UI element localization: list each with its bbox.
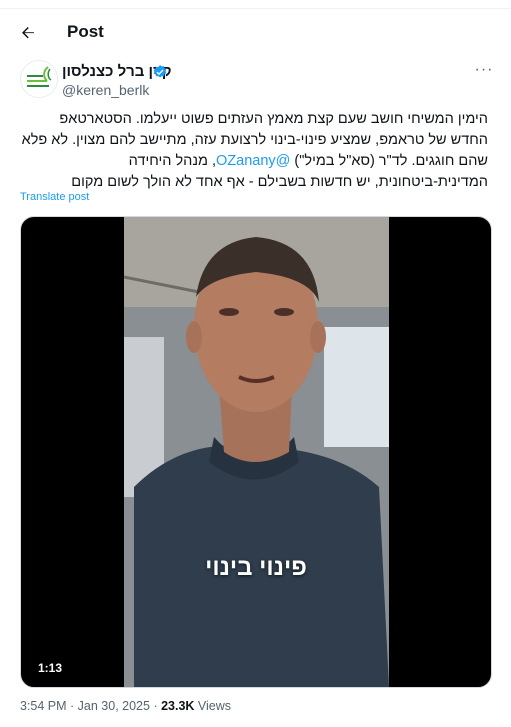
header: Post: [0, 9, 511, 55]
mention-link[interactable]: @OZanany: [216, 153, 290, 169]
views-label: Views: [194, 699, 232, 713]
verified-badge-icon: [153, 65, 167, 78]
more-options-button[interactable]: ···: [474, 61, 494, 80]
avatar-logo-icon: [21, 61, 57, 97]
post-text: הימין המשיחי חושב שעם קצת מאמץ העזתים פש…: [20, 109, 488, 193]
author-handle[interactable]: @keren_berlk: [62, 82, 149, 98]
separator: ·: [66, 699, 78, 713]
back-button[interactable]: [16, 21, 40, 45]
video-caption: פינוי בינוי: [205, 554, 307, 581]
more-icon: ···: [474, 61, 494, 78]
separator: ·: [149, 699, 162, 713]
avatar[interactable]: [20, 60, 58, 98]
video-thumbnail: [124, 217, 389, 687]
post-time[interactable]: 3:54 PM: [20, 699, 67, 713]
post-meta: 3:54 PM · Jan 30, 2025 · 23.3K Views: [20, 699, 231, 713]
page-title: Post: [67, 22, 104, 41]
views-count: 23.3K: [161, 699, 195, 713]
top-border: [0, 0, 511, 9]
post-date[interactable]: Jan 30, 2025: [78, 699, 150, 713]
video-player[interactable]: פינוי בינוי 1:13: [20, 216, 492, 688]
video-frame: [124, 217, 389, 687]
arrow-left-icon: [22, 27, 34, 39]
video-duration: 1:13: [33, 659, 68, 677]
translate-post-link[interactable]: Translate post: [20, 191, 89, 203]
